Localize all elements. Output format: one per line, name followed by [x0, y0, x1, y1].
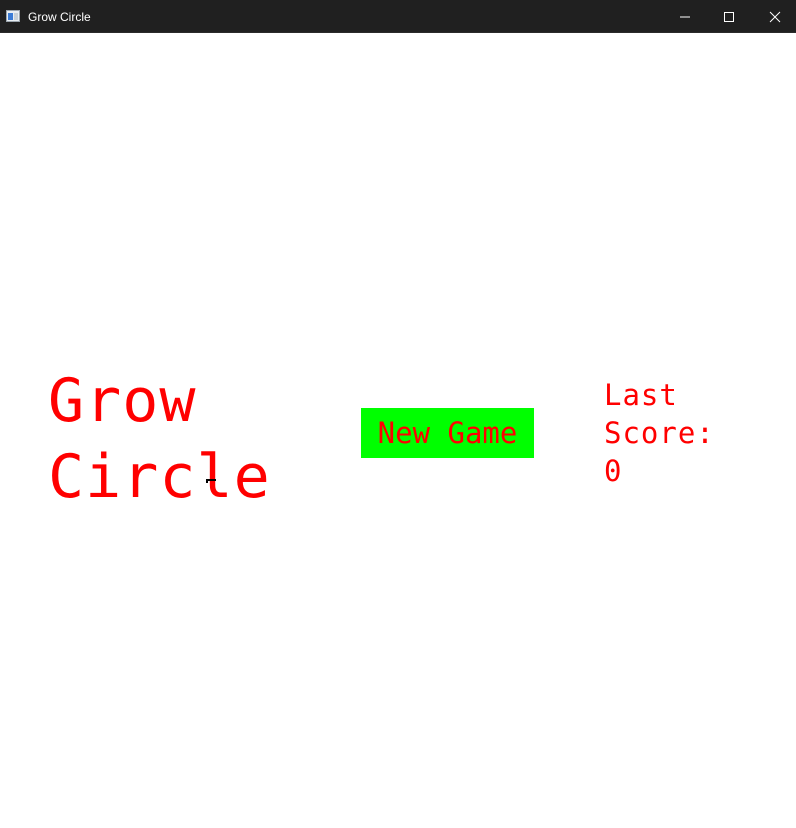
last-score: Last Score: 0 — [604, 376, 715, 490]
new-game-button[interactable]: New Game — [361, 408, 534, 458]
close-icon — [769, 11, 781, 23]
close-button[interactable] — [752, 0, 796, 33]
game-canvas[interactable]: Grow Circle New Game Last Score: 0 — [0, 33, 796, 828]
title-bar[interactable]: Grow Circle — [0, 0, 796, 33]
maximize-button[interactable] — [706, 0, 752, 33]
game-window: Grow Circle Grow Circle New Game Last Sc… — [0, 0, 796, 828]
game-title-line-2: Circle — [48, 442, 271, 512]
minimize-button[interactable] — [662, 0, 708, 33]
minimize-icon — [680, 16, 690, 18]
text-cursor-icon — [206, 479, 216, 483]
last-score-label-line-2: Score: — [604, 416, 715, 450]
game-title: Grow Circle — [48, 363, 271, 515]
maximize-icon — [724, 12, 734, 22]
game-title-line-1: Grow — [48, 366, 197, 436]
last-score-value: 0 — [604, 454, 623, 488]
window-title: Grow Circle — [28, 10, 91, 24]
last-score-label-line-1: Last — [604, 378, 678, 412]
app-icon — [6, 10, 20, 22]
